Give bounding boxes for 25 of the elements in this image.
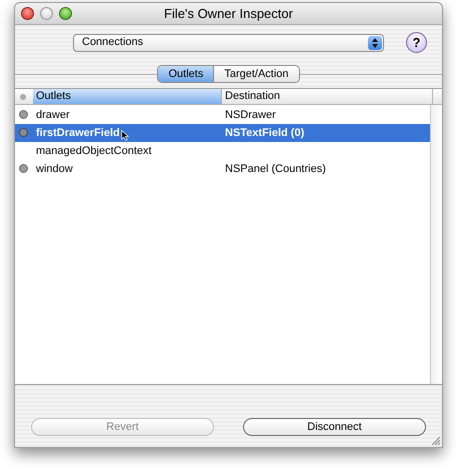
table-row[interactable]: window NSPanel (Countries) (15, 160, 430, 178)
tab[interactable]: Target/Action (213, 66, 299, 82)
destination-name: NSPanel (Countries) (224, 162, 326, 177)
destination-name: NSDrawer (224, 108, 276, 123)
column-header[interactable]: Destination (222, 89, 433, 104)
zoom-button[interactable] (59, 7, 72, 20)
stepper-arrows-icon (368, 36, 382, 50)
tab[interactable]: Outlets (158, 66, 214, 82)
close-button[interactable] (21, 7, 34, 20)
help-button[interactable]: ? (406, 32, 427, 53)
disconnect-button[interactable]: Disconnect (243, 418, 426, 436)
outlet-name: window (36, 162, 73, 177)
table-row[interactable]: drawer NSDrawer (15, 106, 430, 124)
destination-name: NSTextField (0) (224, 126, 304, 141)
connections-dropdown[interactable]: Connections (73, 34, 384, 52)
resize-grip-icon (431, 436, 441, 446)
outlet-name: drawer (36, 108, 70, 123)
mouse-pointer-icon (121, 130, 129, 141)
outlet-name: managedObjectContext (36, 144, 152, 159)
outlet-name: firstDrawerField (36, 126, 120, 141)
minimize-button[interactable] (40, 7, 53, 20)
table-row[interactable]: managedObjectContext (15, 142, 430, 160)
table-row[interactable]: firstDrawerField NSTextField (0) (15, 124, 430, 142)
window-title: File's Owner Inspector (163, 4, 294, 23)
column-header[interactable]: Outlets (33, 89, 222, 104)
